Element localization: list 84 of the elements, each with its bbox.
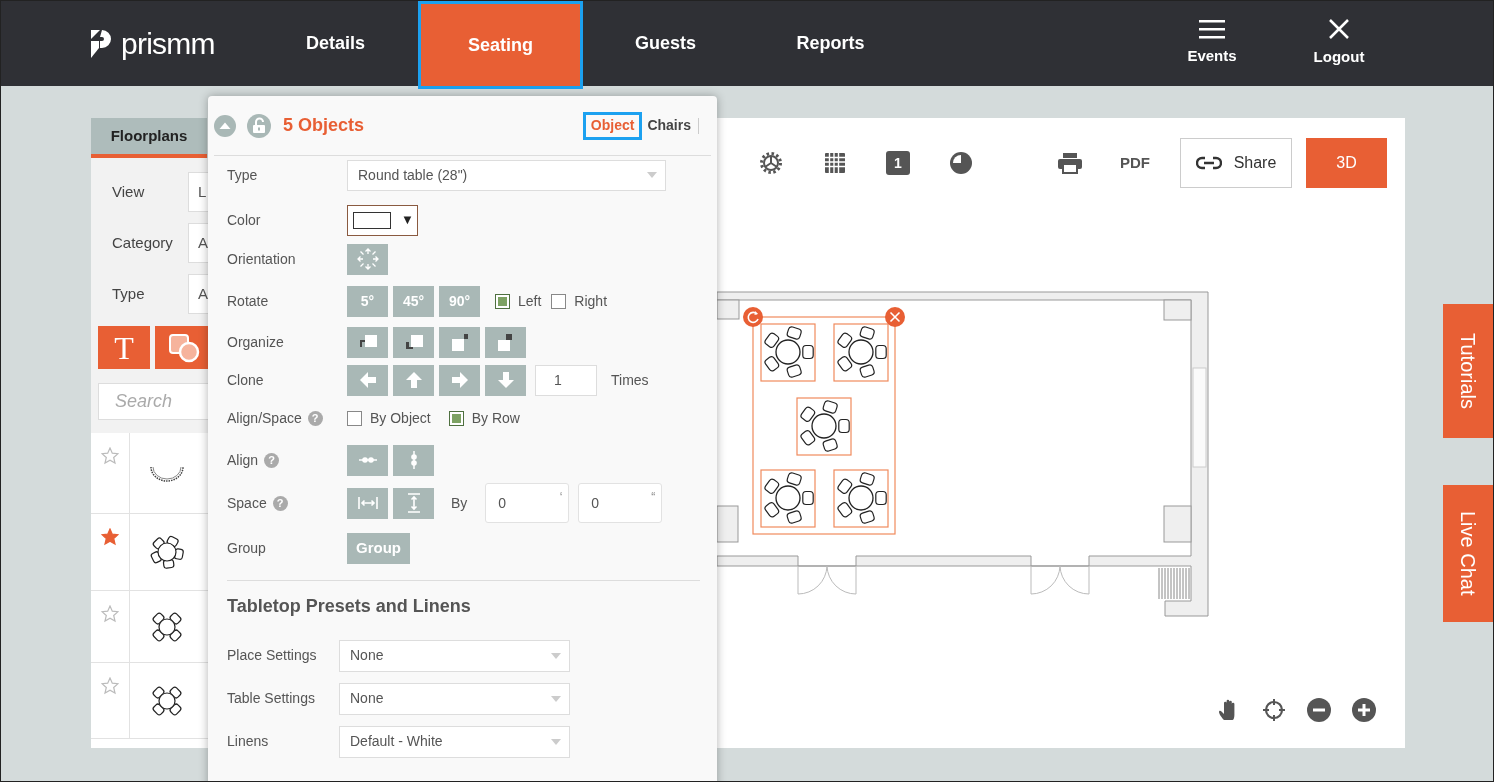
filter-label: Type (111, 283, 146, 304)
dropdown[interactable]: None (339, 639, 570, 672)
field-label: Clone (227, 370, 264, 390)
field-label: Space (227, 493, 267, 513)
selection-frame[interactable] (752, 316, 896, 535)
input-field[interactable]: 0 ‘ (485, 483, 570, 523)
floorplans-tab[interactable]: Floorplans (91, 118, 207, 158)
panel-tab[interactable]: Chairs (642, 111, 696, 140)
print-icon[interactable] (1057, 151, 1083, 175)
pdf-button[interactable]: PDF (1120, 151, 1150, 175)
zoom-out-icon[interactable] (1307, 698, 1331, 722)
dropdown[interactable]: Round table (28") (347, 159, 666, 191)
field-label: By (451, 493, 468, 513)
field-label: Group (227, 538, 266, 558)
settings-icon[interactable] (759, 151, 783, 175)
round-table[interactable] (760, 323, 816, 382)
round-table[interactable] (833, 469, 889, 528)
organize-button[interactable] (393, 326, 434, 358)
field-label: Color (227, 210, 261, 230)
caret-icon (551, 695, 561, 702)
grid-icon[interactable] (823, 151, 847, 175)
round-table[interactable] (760, 469, 816, 528)
shapes-icon (168, 332, 202, 363)
logo-icon (91, 27, 113, 60)
field-label: Align (227, 450, 259, 470)
field-suffix: Times (611, 370, 649, 390)
star-icon[interactable] (101, 605, 119, 623)
checkbox-label[interactable]: By Row (471, 407, 520, 429)
field-label: Orientation (227, 249, 296, 269)
section-heading: Tabletop Presets and Linens (227, 594, 471, 618)
pie-chart-icon[interactable] (949, 151, 973, 175)
stairs-drawing (1158, 567, 1190, 600)
events-button[interactable]: Events (1187, 45, 1237, 68)
dropdown[interactable]: Default - White (339, 725, 570, 758)
nav-tab[interactable]: Reports (748, 1, 913, 86)
align-horizontal-icon (358, 457, 377, 463)
round-table[interactable] (796, 397, 852, 456)
field-label: Organize (227, 332, 284, 352)
filter-label: View (111, 181, 146, 202)
field-label: Linens (227, 732, 270, 751)
menu-icon[interactable] (1199, 19, 1225, 40)
checkbox-label[interactable]: Right (574, 290, 608, 312)
round-table[interactable] (833, 323, 889, 382)
orientation-icon (355, 247, 380, 271)
link-icon (1195, 156, 1222, 170)
field-label: Type (227, 165, 258, 185)
checkbox[interactable] (551, 293, 567, 309)
organize-button[interactable] (485, 326, 526, 358)
align-vertical-icon (410, 451, 417, 469)
zoom-in-icon[interactable] (1352, 698, 1376, 722)
caret-icon (551, 738, 561, 745)
logo-text: prismm (121, 28, 215, 59)
caret-icon (551, 652, 561, 659)
checkbox[interactable] (495, 293, 510, 309)
checkbox-label[interactable]: By Object (370, 407, 431, 429)
input-field[interactable]: 1 (535, 364, 597, 396)
page-number-button[interactable]: 1 (886, 151, 910, 175)
star-icon[interactable] (101, 528, 119, 546)
field-label: Rotate (227, 291, 269, 311)
rotate-icon[interactable] (743, 307, 763, 327)
nav-tab[interactable]: Details (253, 1, 418, 86)
input-field[interactable]: 0 “ (578, 483, 663, 523)
crosshair-icon[interactable] (1262, 698, 1286, 722)
color-picker[interactable]: ▼ (347, 204, 418, 236)
checkbox[interactable] (347, 410, 362, 426)
star-icon[interactable] (101, 677, 119, 695)
dropdown[interactable]: None (339, 682, 570, 715)
door (797, 565, 857, 595)
logout-button[interactable]: Logout (1313, 46, 1365, 69)
close-icon[interactable] (1328, 18, 1350, 41)
checkbox[interactable] (448, 410, 464, 426)
field-label: Align/Space (227, 408, 302, 428)
share-button[interactable]: Share (1180, 138, 1292, 188)
field-label: Place Settings (227, 646, 318, 665)
filter-label: Category (111, 232, 174, 253)
checkbox-label[interactable]: Left (518, 290, 542, 312)
field-label: Table Settings (227, 689, 316, 708)
pillar (1163, 505, 1192, 543)
star-icon[interactable] (101, 447, 119, 465)
pillar (1163, 299, 1192, 321)
panel-title: 5 Objects (283, 114, 365, 137)
nav-tab[interactable]: Guests (583, 1, 748, 86)
door (1030, 565, 1090, 595)
caret-icon (647, 172, 657, 178)
